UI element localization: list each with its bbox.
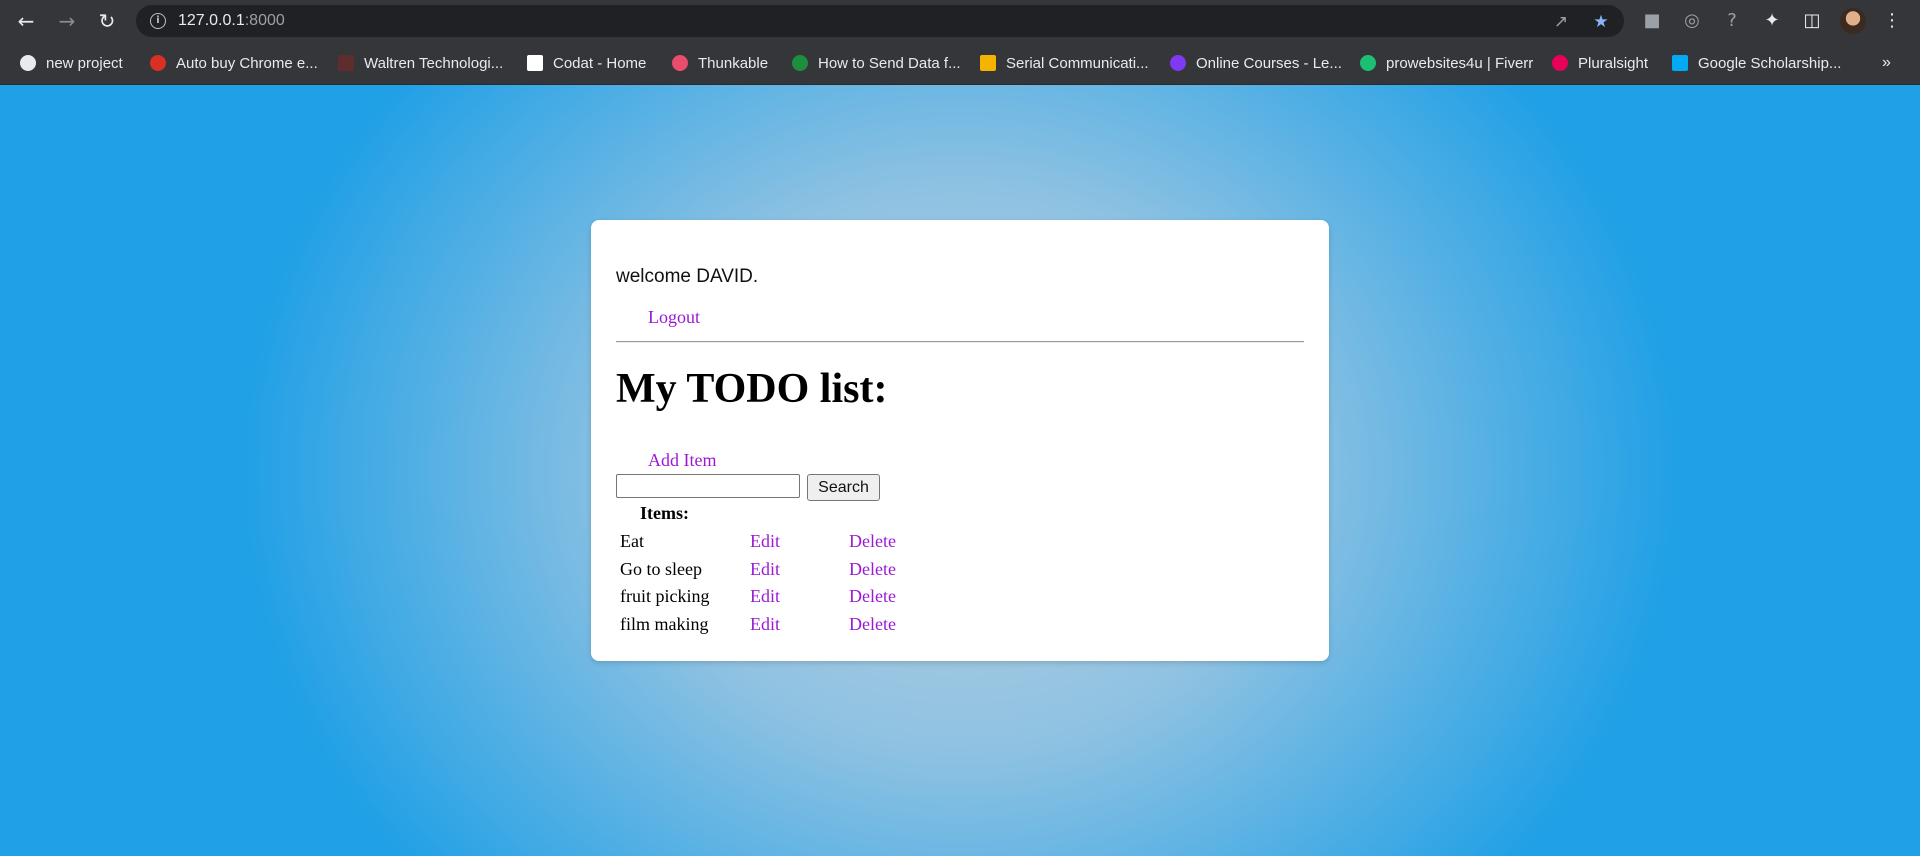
site-info-icon[interactable]: i [150, 13, 166, 29]
bookmark-serial[interactable]: Serial Communicati... [980, 52, 1149, 74]
welcome-text: welcome DAVID. [616, 266, 759, 287]
bookmark-thunkable[interactable]: Thunkable [672, 52, 768, 74]
favicon-icon [150, 55, 166, 71]
bookmark-codat[interactable]: Codat - Home [527, 52, 646, 74]
delete-link[interactable]: Delete [849, 531, 896, 552]
extension-circle-icon[interactable]: ◎ [1680, 9, 1704, 33]
delete-link[interactable]: Delete [849, 614, 896, 635]
todo-card: welcome DAVID. Logout My TODO list: Add … [591, 220, 1329, 661]
item-name: film making [620, 614, 709, 634]
menu-kebab-icon[interactable]: ⋮ [1880, 9, 1904, 33]
favicon-icon [792, 55, 808, 71]
favicon-icon [338, 55, 354, 71]
side-panel-icon[interactable]: ◫ [1800, 9, 1824, 33]
favicon-icon [672, 55, 688, 71]
logout-link[interactable]: Logout [648, 307, 700, 328]
search-button[interactable]: Search [807, 474, 880, 501]
bookmarks-bar: new project Auto buy Chrome e... Waltren… [0, 42, 1920, 85]
edit-link[interactable]: Edit [750, 559, 780, 580]
profile-avatar[interactable] [1840, 8, 1866, 34]
url-text[interactable]: 127.0.0.1:8000 [178, 12, 285, 30]
extension-unknown-icon[interactable]: ? [1720, 9, 1744, 33]
more-bookmarks-icon[interactable]: » [1882, 52, 1891, 74]
divider [616, 341, 1304, 343]
item-name: Eat [620, 531, 644, 551]
favicon-icon [980, 55, 996, 71]
bookmark-star-icon[interactable]: ★ [1591, 12, 1611, 32]
forward-icon[interactable]: → [55, 9, 79, 33]
browser-toolbar: ← → ↻ i 127.0.0.1:8000 ↗ ★ ■ ◎ ? ✦ ◫ ⋮ [0, 0, 1920, 42]
bookmark-fiverr[interactable]: prowebsites4u | Fiverr [1360, 52, 1533, 74]
extension-a-icon[interactable]: ■ [1640, 9, 1664, 33]
favicon-icon [527, 55, 543, 71]
item-name: fruit picking [620, 586, 710, 606]
add-item-link[interactable]: Add Item [648, 450, 716, 471]
bookmark-auto-buy[interactable]: Auto buy Chrome e... [150, 52, 318, 74]
search-input[interactable] [616, 474, 800, 498]
page-background: welcome DAVID. Logout My TODO list: Add … [0, 85, 1920, 856]
reload-icon[interactable]: ↻ [95, 9, 119, 33]
favicon-icon [1552, 55, 1568, 71]
delete-link[interactable]: Delete [849, 559, 896, 580]
bookmark-how-to-send[interactable]: How to Send Data f... [792, 52, 961, 74]
bookmark-new-project[interactable]: new project [20, 52, 123, 74]
globe-icon [20, 55, 36, 71]
edit-link[interactable]: Edit [750, 586, 780, 607]
share-icon[interactable]: ↗ [1551, 12, 1571, 32]
item-name: Go to sleep [620, 559, 702, 579]
bookmark-google-scholarship[interactable]: Google Scholarship... [1672, 52, 1841, 74]
bookmark-online-courses[interactable]: Online Courses - Le... [1170, 52, 1342, 74]
favicon-icon [1672, 55, 1688, 71]
extensions-puzzle-icon[interactable]: ✦ [1760, 9, 1784, 33]
edit-link[interactable]: Edit [750, 614, 780, 635]
bookmark-waltren[interactable]: Waltren Technologi... [338, 52, 503, 74]
favicon-icon [1360, 55, 1376, 71]
delete-link[interactable]: Delete [849, 586, 896, 607]
bookmark-pluralsight[interactable]: Pluralsight [1552, 52, 1648, 74]
favicon-icon [1170, 55, 1186, 71]
address-bar[interactable]: i 127.0.0.1:8000 ↗ ★ [136, 5, 1624, 37]
page-title: My TODO list: [616, 366, 888, 412]
edit-link[interactable]: Edit [750, 531, 780, 552]
items-label: Items: [640, 503, 689, 523]
back-icon[interactable]: ← [14, 9, 38, 33]
